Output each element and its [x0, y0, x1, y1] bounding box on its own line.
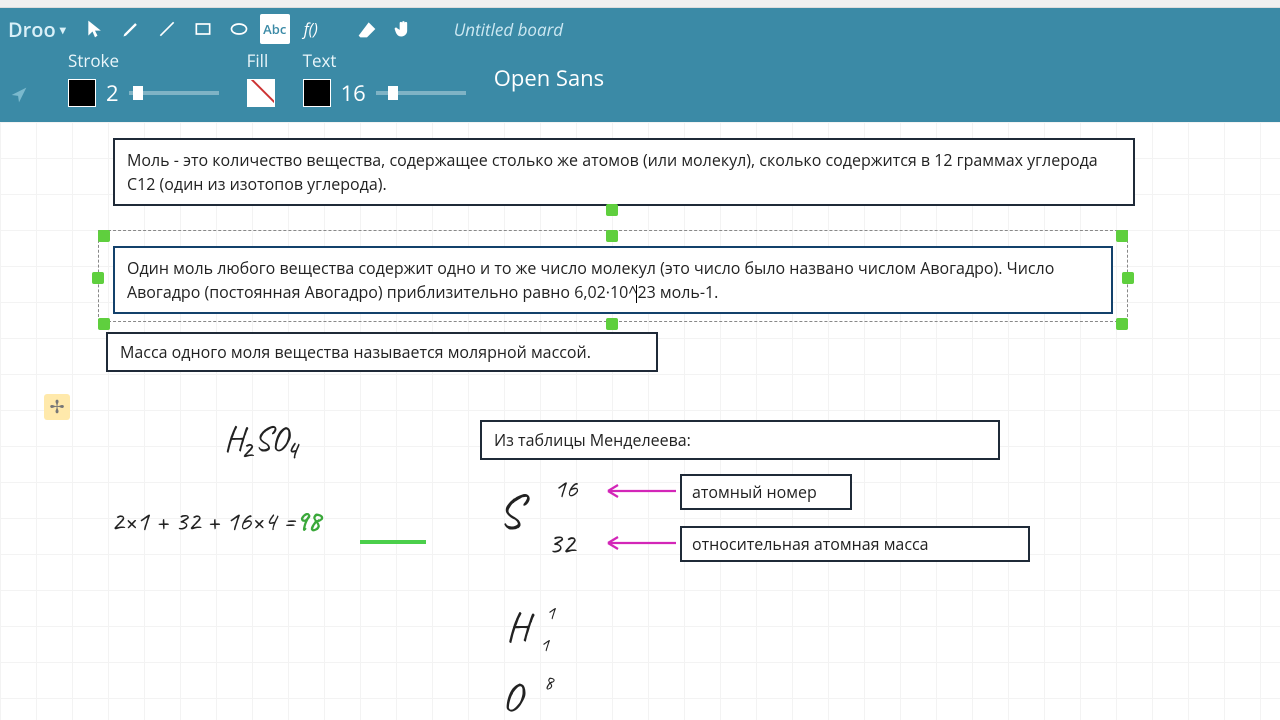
select-tool[interactable] — [80, 14, 110, 44]
font-selector[interactable]: Open Sans — [494, 63, 604, 95]
fill-group: Fill — [247, 49, 275, 108]
text-group: Text 16 — [303, 49, 466, 108]
handwriting-calc[interactable]: 2×1 + 32 + 16×4 =98 — [111, 504, 320, 539]
main-toolbar: Droo▾ Abc f() Untitled board — [0, 8, 1280, 122]
resize-handle-ml[interactable] — [92, 272, 104, 284]
plus-icon: ✢ — [49, 395, 64, 419]
browser-chrome — [0, 0, 1280, 8]
stroke-label: Stroke — [68, 49, 219, 72]
eraser-tool[interactable] — [352, 14, 382, 44]
text-size-slider[interactable] — [376, 91, 466, 95]
resize-handle-br[interactable] — [1116, 318, 1128, 330]
text-label: Text — [303, 49, 466, 72]
resize-handle-bm[interactable] — [606, 318, 618, 330]
fill-label: Fill — [247, 49, 275, 72]
text-box-1[interactable]: Моль - это количество вещества, содержащ… — [113, 138, 1135, 206]
stroke-width-value[interactable]: 2 — [106, 78, 119, 108]
stroke-width-slider[interactable] — [129, 91, 219, 95]
stroke-group: Stroke 2 — [68, 49, 219, 108]
resize-handle-bl[interactable] — [98, 318, 110, 330]
handwriting-formula[interactable]: H₂SO₄ — [224, 418, 299, 461]
handwriting-S[interactable]: S — [498, 482, 521, 542]
stroke-color-swatch[interactable] — [68, 79, 96, 107]
handwriting-H[interactable]: H — [506, 602, 529, 652]
formula-tool[interactable]: f() — [296, 14, 326, 44]
handwriting-H-bot[interactable]: 1 — [540, 632, 549, 657]
add-element-button[interactable]: ✢ — [44, 394, 70, 420]
resize-handle-tl[interactable] — [98, 230, 110, 242]
brand-logo[interactable]: Droo▾ — [8, 16, 74, 43]
pen-tool[interactable] — [116, 14, 146, 44]
green-underline — [360, 540, 426, 544]
eraser-icon — [357, 19, 377, 39]
handwriting-O-top[interactable]: 8 — [544, 670, 553, 695]
fill-color-swatch[interactable] — [247, 79, 275, 107]
resize-handle[interactable] — [606, 204, 618, 216]
handwriting-S-top[interactable]: 16 — [554, 472, 577, 505]
text-color-swatch[interactable] — [303, 79, 331, 107]
rect-icon — [193, 19, 213, 39]
resize-handle-tm[interactable] — [606, 230, 618, 242]
handwriting-O[interactable]: O — [502, 672, 522, 720]
line-tool[interactable] — [152, 14, 182, 44]
pen-icon — [121, 19, 141, 39]
text-size-value[interactable]: 16 — [341, 78, 366, 108]
handwriting-H-top[interactable]: 1 — [546, 600, 555, 625]
board-title[interactable]: Untitled board — [454, 18, 563, 41]
text-box-2-selected[interactable]: Один моль любого вещества содержит одно … — [113, 246, 1113, 314]
resize-handle-tr[interactable] — [1116, 230, 1128, 242]
text-tool[interactable]: Abc — [260, 14, 290, 44]
share-icon[interactable] — [8, 84, 30, 111]
hand-icon — [393, 19, 413, 39]
ellipse-icon — [229, 19, 249, 39]
cursor-icon — [85, 19, 105, 39]
resize-handle-mr[interactable] — [1122, 272, 1134, 284]
ellipse-tool[interactable] — [224, 14, 254, 44]
text-box-4[interactable]: Из таблицы Менделеева: — [480, 420, 1000, 460]
arrow-to-atomic-number — [600, 478, 680, 504]
handwriting-S-bot[interactable]: 32 — [548, 524, 575, 562]
chevron-down-icon: ▾ — [60, 21, 66, 38]
pan-tool[interactable] — [388, 14, 418, 44]
arrow-to-atomic-mass — [600, 530, 680, 556]
label-atomic-mass[interactable]: относительная атомная масса — [680, 526, 1030, 562]
whiteboard-canvas[interactable]: Моль - это количество вещества, содержащ… — [0, 122, 1280, 720]
label-atomic-number[interactable]: атомный номер — [680, 474, 852, 510]
line-icon — [157, 19, 177, 39]
rect-tool[interactable] — [188, 14, 218, 44]
text-box-3[interactable]: Масса одного моля вещества называется мо… — [106, 332, 658, 372]
